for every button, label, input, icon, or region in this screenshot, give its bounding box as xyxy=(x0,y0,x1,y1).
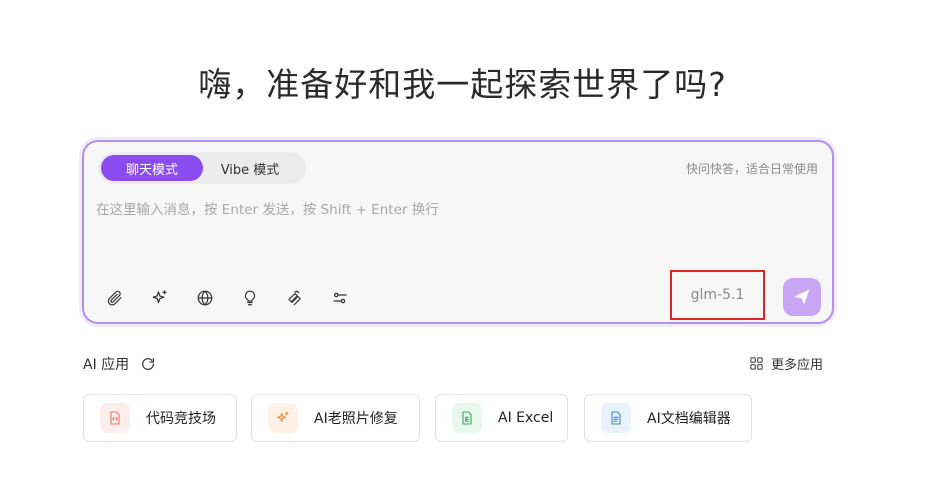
app-label: 代码竞技场 xyxy=(146,411,216,427)
mode-chat-button[interactable]: 聊天模式 xyxy=(101,155,203,181)
doc-icon xyxy=(601,403,631,433)
app-label: AI文档编辑器 xyxy=(647,411,731,427)
sparkle-icon xyxy=(268,403,298,433)
message-input[interactable] xyxy=(96,198,816,268)
mode-vibe-button[interactable]: Vibe 模式 xyxy=(203,155,297,181)
lightbulb-icon[interactable] xyxy=(239,287,261,309)
model-selector[interactable]: glm-5.1 xyxy=(670,270,765,320)
apps-title: AI 应用 xyxy=(83,357,130,373)
more-apps-link[interactable]: 更多应用 xyxy=(749,354,823,373)
toolbar xyxy=(104,287,374,309)
app-card-code-arena[interactable]: 代码竞技场 xyxy=(83,394,237,442)
chat-composer: 聊天模式 Vibe 模式 快问快答，适合日常使用 glm-5.1 xyxy=(82,140,834,324)
sliders-icon[interactable] xyxy=(329,287,351,309)
page-title: 嗨，准备好和我一起探索世界了吗? xyxy=(198,65,727,104)
refresh-icon[interactable] xyxy=(139,355,157,373)
app-label: AI老照片修复 xyxy=(314,411,398,427)
app-label: AI Excel xyxy=(498,410,554,426)
app-card-photo-restore[interactable]: AI老照片修复 xyxy=(251,394,420,442)
layers-icon[interactable] xyxy=(284,287,306,309)
paperclip-icon[interactable] xyxy=(104,287,126,309)
sparkle-icon[interactable] xyxy=(149,287,171,309)
globe-icon[interactable] xyxy=(194,287,216,309)
grid-icon xyxy=(750,357,763,370)
mode-hint: 快问快答，适合日常使用 xyxy=(685,162,818,176)
mode-toggle: 聊天模式 Vibe 模式 xyxy=(98,152,306,184)
app-card-doc-editor[interactable]: AI文档编辑器 xyxy=(584,394,752,442)
more-apps-label: 更多应用 xyxy=(770,358,823,373)
apps-section-header: AI 应用 xyxy=(83,354,157,374)
send-icon xyxy=(794,289,810,305)
excel-icon xyxy=(452,403,482,433)
code-file-icon xyxy=(100,403,130,433)
app-card-ai-excel[interactable]: AI Excel xyxy=(435,394,568,442)
send-button[interactable] xyxy=(783,278,821,316)
